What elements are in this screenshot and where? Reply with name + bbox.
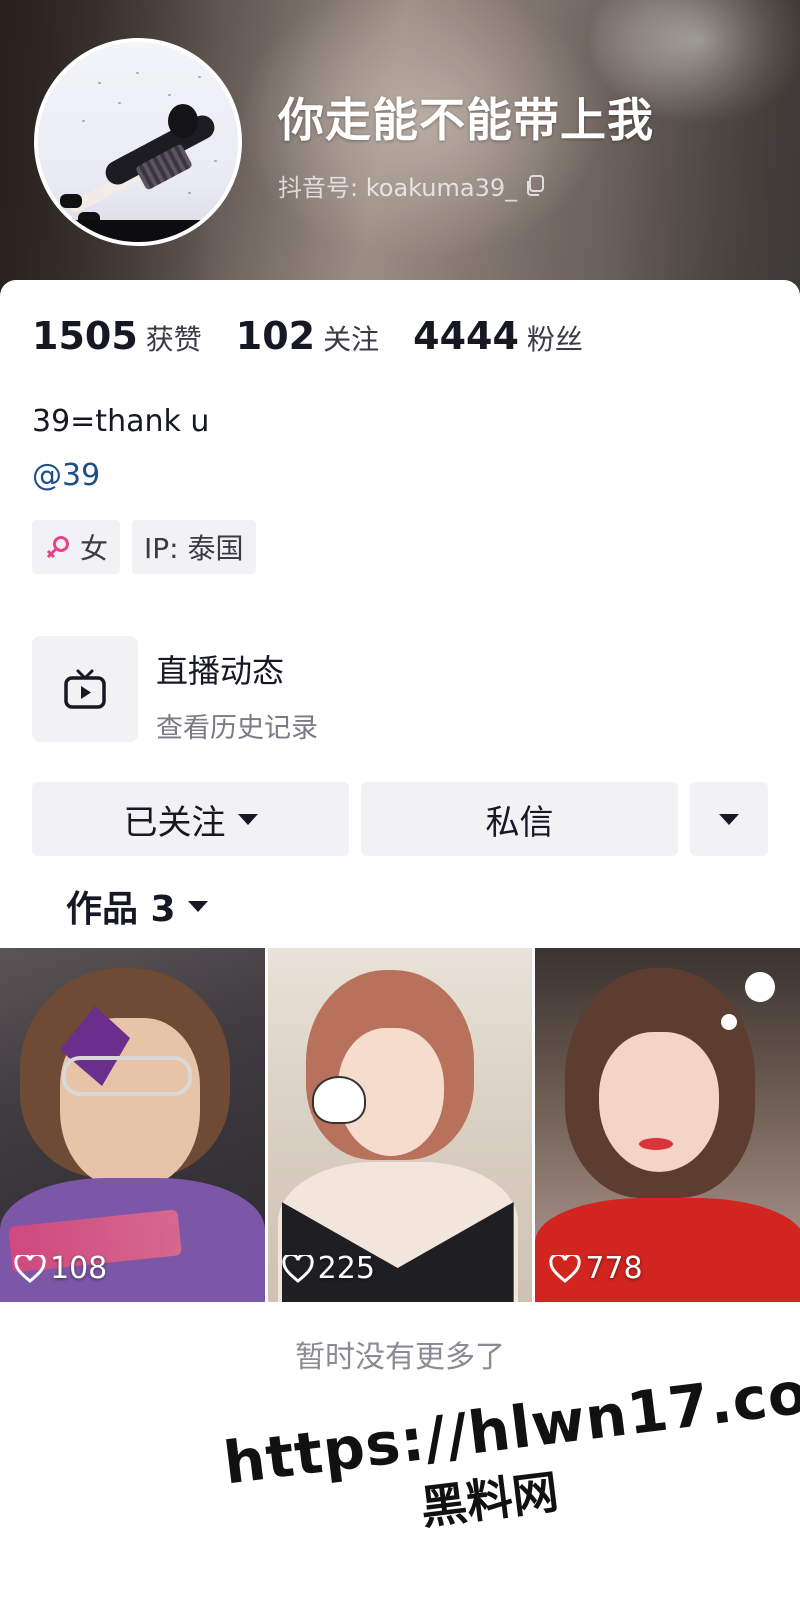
stat-label: 关注 [323, 323, 380, 356]
nickname: 你走能不能带上我 [278, 93, 654, 147]
profile-tags: 女 IP: 泰国 [32, 520, 256, 574]
followed-button[interactable]: 已关注 [32, 782, 349, 856]
heart-icon [549, 1254, 581, 1283]
video-likes: 108 [14, 1251, 107, 1286]
live-subtitle: 查看历史记录 [156, 713, 318, 744]
followed-label: 已关注 [123, 803, 226, 842]
more-options-button[interactable] [690, 782, 768, 856]
stats-row: 1505 获赞 102 关注 4444 粉丝 [32, 314, 583, 358]
chevron-down-icon [237, 813, 258, 825]
stat-value: 1505 [32, 314, 138, 358]
bio-mention-link[interactable]: @39 [32, 458, 100, 493]
tv-icon [64, 669, 106, 709]
stat-value: 4444 [413, 314, 519, 358]
heart-icon [282, 1254, 314, 1283]
copy-icon[interactable] [525, 174, 545, 197]
triangle-down-icon [719, 813, 739, 825]
video-likes: 225 [282, 1251, 375, 1286]
end-of-list-text: 暂时没有更多了 [295, 1340, 505, 1375]
video-likes-count: 108 [50, 1251, 108, 1286]
video-likes-count: 778 [585, 1251, 643, 1286]
stat-followers[interactable]: 4444 粉丝 [413, 314, 583, 358]
video-thumbnail[interactable]: 108 [0, 948, 265, 1302]
stat-value: 102 [235, 314, 316, 358]
live-history-entry[interactable]: 直播动态 查看历史记录 [32, 636, 768, 744]
chevron-down-icon [187, 900, 208, 912]
message-label: 私信 [485, 803, 554, 842]
female-icon [46, 536, 69, 559]
ip-tag: IP: 泰国 [132, 520, 256, 574]
stat-likes[interactable]: 1505 获赞 [32, 314, 202, 358]
avatar[interactable] [34, 38, 242, 246]
watermark: https://hlwn17.com 黑料网 [220, 1351, 800, 1561]
profile-sheet: 1505 获赞 102 关注 4444 粉丝 39=thank u @39 女 … [0, 280, 800, 1615]
gender-label: 女 [80, 532, 109, 565]
bio-text: 39=thank u [32, 404, 210, 439]
stat-label: 获赞 [145, 323, 202, 356]
video-likes: 778 [549, 1251, 643, 1286]
video-likes-count: 225 [317, 1251, 375, 1286]
works-grid: 108 225 778 [0, 948, 800, 1302]
account-id[interactable]: 抖音号: koakuma39_ [278, 168, 545, 203]
profile-cover: 你走能不能带上我 抖音号: koakuma39_ [0, 0, 800, 300]
stat-label: 粉丝 [526, 323, 583, 356]
message-button[interactable]: 私信 [361, 782, 678, 856]
gender-tag: 女 [32, 520, 121, 574]
live-title: 直播动态 [156, 652, 285, 690]
ip-label: IP: 泰国 [144, 532, 244, 565]
video-thumbnail[interactable]: 225 [267, 948, 533, 1302]
live-thumb [32, 636, 138, 742]
video-thumbnail[interactable]: 778 [535, 948, 800, 1302]
works-tab-label: 作品 3 [66, 889, 176, 930]
tab-works[interactable]: 作品 3 [66, 880, 208, 932]
heart-icon [14, 1254, 46, 1283]
action-buttons: 已关注 私信 [32, 782, 768, 856]
stat-following[interactable]: 102 关注 [236, 314, 379, 358]
account-id-text: 抖音号: koakuma39_ [278, 174, 518, 202]
